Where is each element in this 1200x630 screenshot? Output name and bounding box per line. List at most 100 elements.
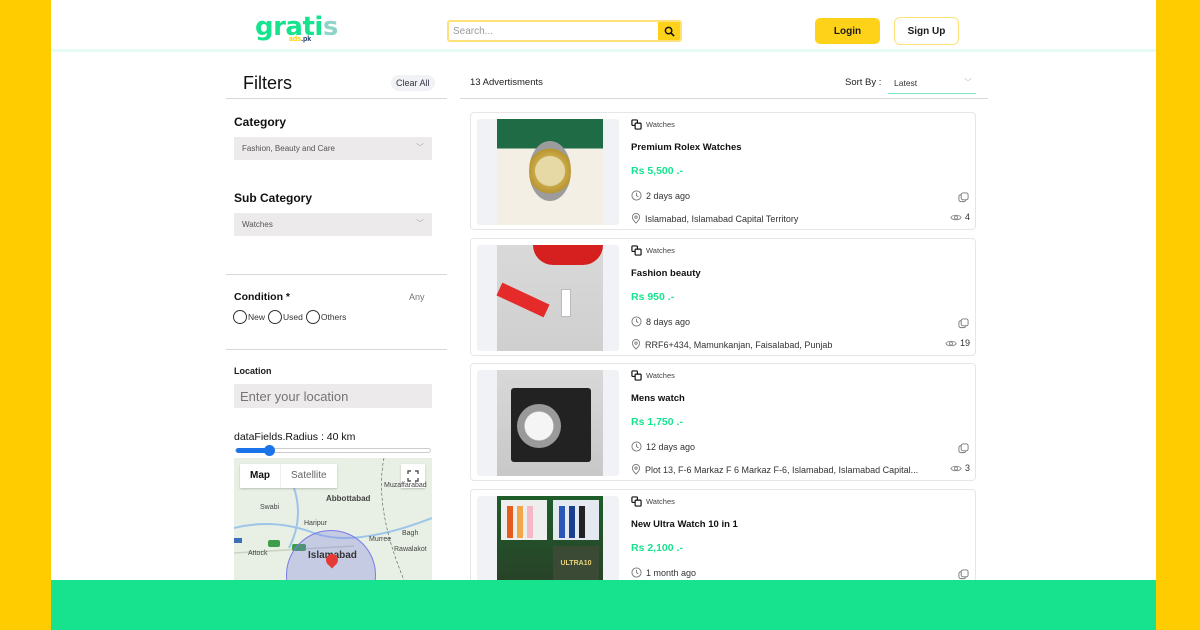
frame-left	[0, 0, 51, 630]
map-label: Muzaffarabad	[384, 482, 427, 489]
sort-value: Latest	[894, 78, 918, 88]
subcategory-value: Watches	[242, 220, 273, 229]
ad-card[interactable]: ULTRA10 Watches New Ultra Watch 10 in 1 …	[470, 489, 976, 580]
ad-location-label: Plot 13, F-6 Markaz F 6 Markaz F-6, Isla…	[645, 464, 919, 475]
ad-category: Watches	[631, 370, 675, 381]
divider	[226, 98, 447, 99]
eye-icon	[945, 340, 957, 346]
condition-any[interactable]: Any	[409, 292, 425, 302]
ad-image[interactable]: ULTRA10	[497, 496, 603, 580]
radio-others[interactable]	[305, 310, 320, 324]
ad-views-count: 3	[964, 463, 970, 473]
ad-location: Plot 13, F-6 Markaz F 6 Markaz F-6, Isla…	[631, 464, 918, 475]
radius-slider[interactable]	[235, 445, 431, 456]
clock-icon	[631, 567, 642, 578]
ad-card[interactable]: Watches Mens watch Rs 1,750 .- 12 days a…	[470, 363, 976, 481]
ad-card[interactable]: Watches Premium Rolex Watches Rs 5,500 .…	[470, 112, 976, 230]
ad-location-label: RRF6+434, Mamunkanjan, Faisalabad, Punja…	[645, 339, 833, 350]
map-label: Abbottabad	[326, 494, 371, 503]
ad-time: 1 month ago	[631, 567, 696, 578]
divider	[226, 274, 447, 275]
category-select[interactable]: Fashion, Beauty and Care ﹀	[234, 137, 432, 160]
ad-category: Watches	[631, 119, 675, 130]
condition-label: Condition *	[234, 291, 290, 303]
ad-card[interactable]: Watches Fashion beauty Rs 950 .- 8 days …	[470, 238, 976, 356]
logo[interactable]: gratis ads.pk	[255, 14, 338, 46]
ad-price: Rs 950 .-	[631, 291, 675, 303]
copy-icon	[958, 192, 969, 203]
ad-views: 3	[950, 463, 970, 473]
ad-title[interactable]: New Ultra Watch 10 in 1	[631, 519, 738, 530]
filters-sidebar: Filters Clear All Category Fashion, Beau…	[226, 60, 447, 580]
header: gratis ads.pk Login Sign Up	[51, 0, 1156, 52]
ad-image-frame: ULTRA10	[477, 496, 619, 580]
ad-location: RRF6+434, Mamunkanjan, Faisalabad, Punja…	[631, 339, 832, 350]
radius-label: dataFields.Radius : 40 km	[234, 431, 356, 443]
category-label: Category	[234, 115, 287, 129]
search-bar	[447, 20, 682, 42]
filters-title: Filters	[243, 73, 292, 93]
subcategory-label: Sub Category	[234, 191, 313, 205]
compare-button[interactable]	[958, 441, 969, 459]
ad-image[interactable]	[497, 119, 603, 225]
ad-image[interactable]	[496, 245, 603, 351]
radio-used[interactable]	[268, 310, 283, 324]
category-icon	[631, 245, 642, 256]
map-label: Swabi	[260, 504, 280, 511]
compare-button[interactable]	[958, 567, 969, 580]
ad-category: Watches	[631, 245, 675, 256]
category-icon	[631, 496, 642, 507]
ad-category-label: Watches	[646, 497, 675, 506]
clock-icon	[631, 441, 642, 452]
ad-title[interactable]: Mens watch	[631, 393, 685, 404]
ad-category-label: Watches	[646, 120, 675, 129]
ads-count: 13 Advertisments	[470, 77, 543, 88]
copy-icon	[958, 443, 969, 454]
subcategory-select[interactable]: Watches ﹀	[234, 213, 432, 236]
map-label: Attock	[248, 550, 268, 557]
slider-thumb[interactable]	[263, 445, 275, 456]
location-input[interactable]	[234, 384, 432, 408]
compare-button[interactable]	[958, 190, 969, 208]
ad-image-frame	[477, 370, 619, 476]
ad-price: Rs 5,500 .-	[631, 165, 683, 177]
ad-location: Islamabad, Islamabad Capital Territory	[631, 213, 798, 224]
map-type-tabs: Map Satellite	[240, 464, 337, 488]
compare-button[interactable]	[958, 316, 969, 334]
category-icon	[631, 119, 642, 130]
logo-sub: ads	[289, 36, 302, 43]
map[interactable]: Map Satellite Abbottabad Muzaffarabad Sw…	[234, 458, 432, 580]
search-input[interactable]	[449, 22, 658, 40]
ad-title[interactable]: Fashion beauty	[631, 268, 701, 279]
search-button[interactable]	[658, 22, 680, 40]
ad-time: 2 days ago	[631, 190, 690, 201]
ad-image[interactable]	[497, 370, 603, 476]
tab-map[interactable]: Map	[240, 464, 281, 488]
logo-text-accent: s	[322, 12, 338, 42]
ad-category-label: Watches	[646, 246, 675, 255]
ad-category: Watches	[631, 496, 675, 507]
eye-icon	[950, 214, 962, 220]
radio-new[interactable]	[233, 310, 247, 324]
ad-price: Rs 1,750 .-	[631, 416, 683, 428]
ad-title[interactable]: Premium Rolex Watches	[631, 142, 742, 153]
ad-time: 12 days ago	[631, 441, 695, 452]
chevron-down-icon: ﹀	[416, 219, 424, 228]
tab-satellite[interactable]: Satellite	[281, 464, 337, 488]
clock-icon	[631, 316, 642, 327]
map-label: Rawalakot	[394, 546, 427, 553]
copy-icon	[958, 569, 969, 580]
category-value: Fashion, Beauty and Care	[242, 144, 335, 153]
ad-views-count: 19	[959, 338, 970, 348]
sort-select[interactable]: Latest ﹀	[888, 73, 976, 94]
map-label: Bagh	[402, 530, 419, 537]
copy-icon	[958, 318, 969, 329]
ad-price: Rs 2,100 .-	[631, 542, 683, 554]
clear-all-button[interactable]: Clear All	[391, 75, 435, 91]
divider	[460, 98, 988, 99]
category-icon	[631, 370, 642, 381]
signup-button[interactable]: Sign Up	[894, 17, 959, 45]
chevron-down-icon: ﹀	[416, 143, 424, 152]
frame-bottom	[51, 580, 1156, 630]
login-button[interactable]: Login	[815, 18, 880, 44]
